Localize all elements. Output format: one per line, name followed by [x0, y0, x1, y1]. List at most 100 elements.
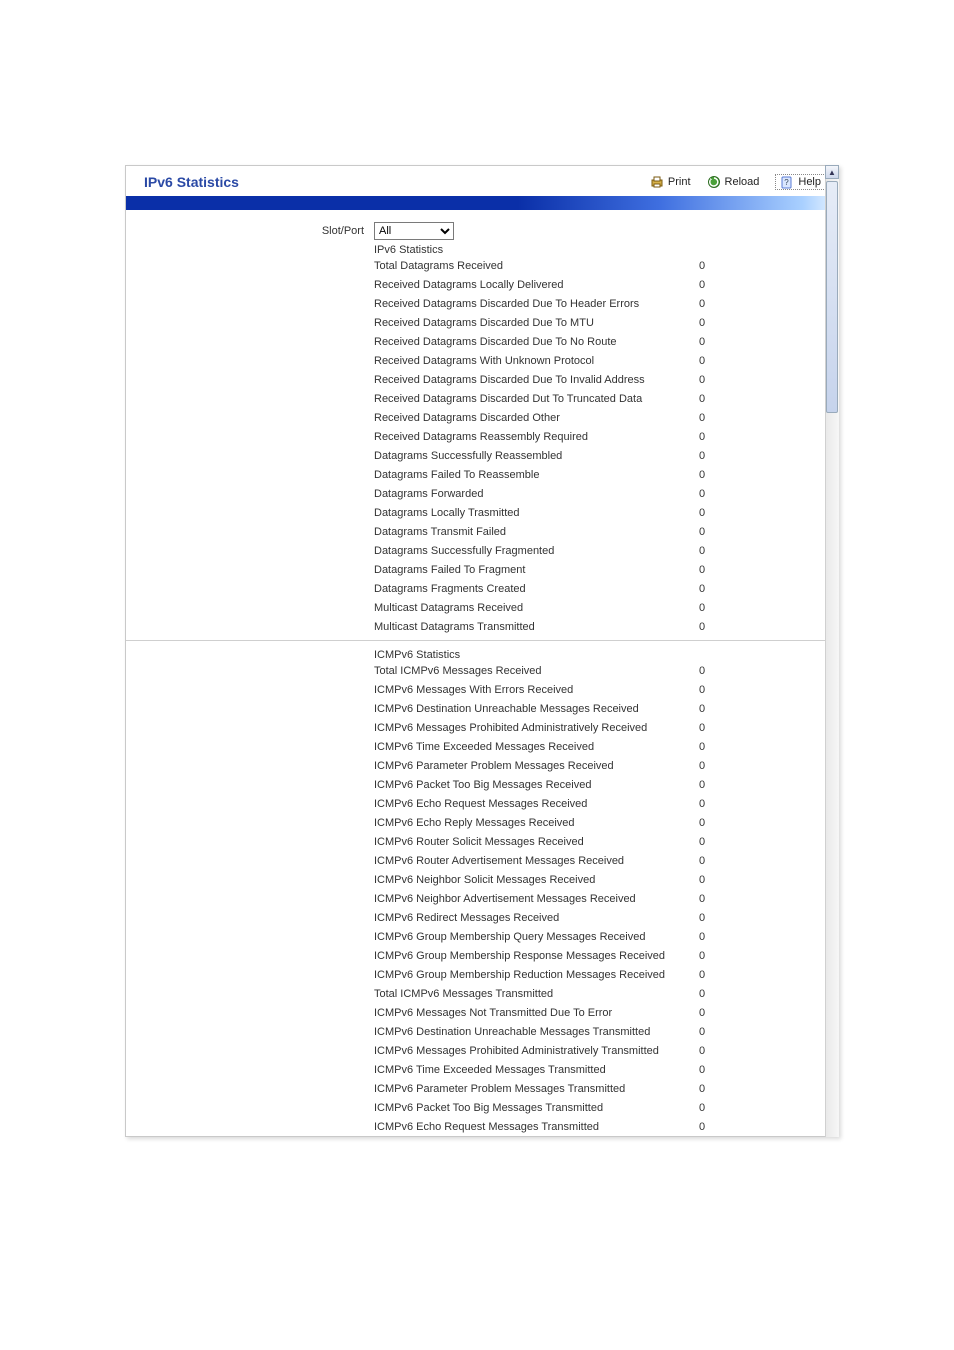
stat-value: 0	[682, 817, 722, 829]
stat-label: Datagrams Successfully Reassembled	[374, 450, 682, 462]
stat-row: ICMPv6 Router Advertisement Messages Rec…	[374, 851, 838, 870]
stat-value: 0	[682, 703, 722, 715]
stat-value: 0	[682, 469, 722, 481]
stat-value: 0	[682, 855, 722, 867]
stat-row: ICMPv6 Messages Prohibited Administrativ…	[374, 718, 838, 737]
stat-value: 0	[682, 760, 722, 772]
stat-label: ICMPv6 Group Membership Query Messages R…	[374, 931, 682, 943]
stat-row: ICMPv6 Echo Request Messages Transmitted…	[374, 1117, 838, 1136]
stat-row: Datagrams Transmit Failed0	[374, 522, 838, 541]
stat-label: ICMPv6 Router Solicit Messages Received	[374, 836, 682, 848]
stat-row: Total Datagrams Received0	[374, 256, 838, 275]
stat-label: ICMPv6 Parameter Problem Messages Receiv…	[374, 760, 682, 772]
stat-value: 0	[682, 798, 722, 810]
stat-label: ICMPv6 Neighbor Solicit Messages Receive…	[374, 874, 682, 886]
help-button[interactable]: ? Help	[775, 174, 826, 190]
stat-value: 0	[682, 374, 722, 386]
stat-value: 0	[682, 564, 722, 576]
stat-value: 0	[682, 988, 722, 1000]
stat-label: Total ICMPv6 Messages Transmitted	[374, 988, 682, 1000]
stat-row: Datagrams Fragments Created0	[374, 579, 838, 598]
stat-label: ICMPv6 Neighbor Advertisement Messages R…	[374, 893, 682, 905]
stat-label: Datagrams Successfully Fragmented	[374, 545, 682, 557]
stat-label: ICMPv6 Messages Prohibited Administrativ…	[374, 722, 682, 734]
stat-row: Received Datagrams Discarded Other0	[374, 408, 838, 427]
stat-value: 0	[682, 1026, 722, 1038]
stat-row: ICMPv6 Messages Prohibited Administrativ…	[374, 1041, 838, 1060]
reload-icon	[707, 175, 721, 189]
stat-label: ICMPv6 Redirect Messages Received	[374, 912, 682, 924]
stat-label: Multicast Datagrams Transmitted	[374, 621, 682, 633]
stat-label: Datagrams Locally Trasmitted	[374, 507, 682, 519]
stat-label: ICMPv6 Destination Unreachable Messages …	[374, 703, 682, 715]
stat-row: ICMPv6 Neighbor Advertisement Messages R…	[374, 889, 838, 908]
print-icon	[650, 175, 664, 189]
slot-port-label: Slot/Port	[126, 225, 374, 237]
stat-label: Received Datagrams With Unknown Protocol	[374, 355, 682, 367]
stat-value: 0	[682, 950, 722, 962]
stat-label: Received Datagrams Discarded Due To No R…	[374, 336, 682, 348]
ipv6-stats-table: Total Datagrams Received0Received Datagr…	[126, 256, 838, 636]
stat-row: Datagrams Failed To Fragment0	[374, 560, 838, 579]
stat-label: Total ICMPv6 Messages Received	[374, 665, 682, 677]
stat-value: 0	[682, 507, 722, 519]
stat-value: 0	[682, 684, 722, 696]
stat-label: ICMPv6 Group Membership Response Message…	[374, 950, 682, 962]
stat-row: ICMPv6 Group Membership Response Message…	[374, 946, 838, 965]
stat-label: ICMPv6 Group Membership Reduction Messag…	[374, 969, 682, 981]
stat-value: 0	[682, 298, 722, 310]
stat-row: Datagrams Failed To Reassemble0	[374, 465, 838, 484]
stat-value: 0	[682, 1083, 722, 1095]
stat-label: Received Datagrams Locally Delivered	[374, 279, 682, 291]
stat-row: ICMPv6 Packet Too Big Messages Received0	[374, 775, 838, 794]
stat-row: Multicast Datagrams Transmitted0	[374, 617, 838, 636]
stat-value: 0	[682, 836, 722, 848]
stat-row: ICMPv6 Messages Not Transmitted Due To E…	[374, 1003, 838, 1022]
stat-row: ICMPv6 Parameter Problem Messages Transm…	[374, 1079, 838, 1098]
stat-row: Datagrams Successfully Fragmented0	[374, 541, 838, 560]
stat-value: 0	[682, 1121, 722, 1133]
stat-label: Received Datagrams Discarded Other	[374, 412, 682, 424]
stat-value: 0	[682, 583, 722, 595]
stat-label: Datagrams Fragments Created	[374, 583, 682, 595]
stat-row: ICMPv6 Destination Unreachable Messages …	[374, 699, 838, 718]
reload-button[interactable]: Reload	[707, 175, 760, 189]
svg-text:?: ?	[785, 178, 790, 187]
stat-label: ICMPv6 Messages With Errors Received	[374, 684, 682, 696]
stat-row: Datagrams Forwarded0	[374, 484, 838, 503]
stat-label: Received Datagrams Reassembly Required	[374, 431, 682, 443]
stat-row: ICMPv6 Group Membership Query Messages R…	[374, 927, 838, 946]
stat-row: ICMPv6 Packet Too Big Messages Transmitt…	[374, 1098, 838, 1117]
print-label: Print	[668, 176, 691, 188]
stat-row: ICMPv6 Time Exceeded Messages Received0	[374, 737, 838, 756]
stat-row: Datagrams Locally Trasmitted0	[374, 503, 838, 522]
stat-row: Datagrams Successfully Reassembled0	[374, 446, 838, 465]
stat-row: Received Datagrams Discarded Dut To Trun…	[374, 389, 838, 408]
page-title: IPv6 Statistics	[144, 174, 239, 190]
stat-label: Datagrams Failed To Fragment	[374, 564, 682, 576]
stat-value: 0	[682, 412, 722, 424]
stat-row: ICMPv6 Destination Unreachable Messages …	[374, 1022, 838, 1041]
ipv6-section-title: IPv6 Statistics	[126, 242, 838, 256]
stat-value: 0	[682, 336, 722, 348]
stat-label: Received Datagrams Discarded Due To Inva…	[374, 374, 682, 386]
stat-row: Received Datagrams Reassembly Required0	[374, 427, 838, 446]
stat-value: 0	[682, 1007, 722, 1019]
stat-value: 0	[682, 431, 722, 443]
stat-value: 0	[682, 526, 722, 538]
stat-label: Received Datagrams Discarded Due To MTU	[374, 317, 682, 329]
stat-value: 0	[682, 488, 722, 500]
stat-row: Received Datagrams Discarded Due To No R…	[374, 332, 838, 351]
slot-port-row: Slot/Port All	[126, 222, 838, 242]
slot-port-select[interactable]: All	[374, 222, 454, 240]
stat-label: Total Datagrams Received	[374, 260, 682, 272]
stat-value: 0	[682, 450, 722, 462]
print-button[interactable]: Print	[650, 175, 691, 189]
stat-value: 0	[682, 621, 722, 633]
stat-row: Received Datagrams Discarded Due To MTU0	[374, 313, 838, 332]
stat-row: Multicast Datagrams Received0	[374, 598, 838, 617]
stat-value: 0	[682, 931, 722, 943]
stat-value: 0	[682, 1102, 722, 1114]
stat-row: ICMPv6 Echo Reply Messages Received0	[374, 813, 838, 832]
stat-value: 0	[682, 393, 722, 405]
